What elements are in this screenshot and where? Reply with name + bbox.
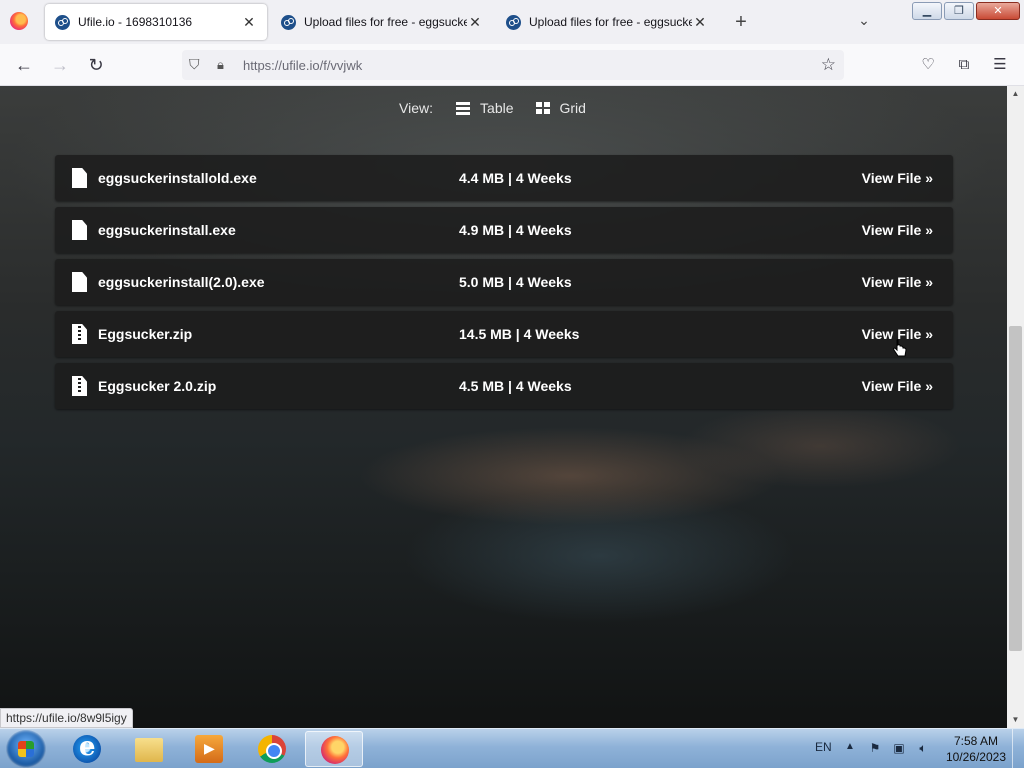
file-row[interactable]: eggsuckerinstall(2.0).exe 5.0 MB | 4 Wee… bbox=[55, 259, 953, 305]
view-option-grid[interactable]: Grid bbox=[535, 100, 586, 116]
extensions-icon[interactable]: ⧉ bbox=[953, 54, 975, 76]
file-icon bbox=[72, 220, 87, 240]
taskbar-media-player[interactable] bbox=[180, 731, 238, 767]
taskbar-file-explorer[interactable] bbox=[120, 731, 178, 767]
internet-explorer-icon bbox=[73, 732, 101, 763]
view-file-link[interactable]: View File » bbox=[862, 378, 933, 394]
ufile-favicon-icon bbox=[55, 14, 70, 30]
tab-title: Upload files for free - eggsucker bbox=[304, 15, 467, 29]
page-content: View: Table Grid eggsuckerinstallold.exe… bbox=[0, 86, 1007, 728]
taskbar-chrome[interactable] bbox=[243, 731, 301, 767]
bookmark-star-icon[interactable]: ☆ bbox=[821, 55, 836, 75]
view-file-link[interactable]: View File » bbox=[862, 274, 933, 290]
ufile-favicon-icon bbox=[281, 14, 296, 30]
file-name[interactable]: eggsuckerinstall(2.0).exe bbox=[98, 274, 265, 290]
restore-icon[interactable]: ❐ bbox=[944, 2, 974, 20]
forward-arrow-icon[interactable]: → bbox=[48, 53, 72, 77]
window-close-icon[interactable]: ✕ bbox=[976, 2, 1020, 20]
tab-close-icon[interactable]: ✕ bbox=[692, 14, 708, 31]
scroll-down-arrow-icon[interactable]: ▼ bbox=[1007, 712, 1024, 728]
firefox-icon bbox=[321, 736, 349, 764]
view-file-link[interactable]: View File » bbox=[862, 170, 933, 186]
file-name[interactable]: eggsuckerinstall.exe bbox=[98, 222, 236, 238]
file-icon bbox=[72, 168, 87, 188]
file-explorer-icon bbox=[135, 738, 163, 762]
file-meta: 5.0 MB | 4 Weeks bbox=[459, 274, 572, 290]
taskbar-firefox[interactable] bbox=[305, 731, 363, 767]
clock-date: 10/26/2023 bbox=[945, 750, 1006, 764]
tab-close-icon[interactable]: ✕ bbox=[241, 14, 257, 31]
file-list: eggsuckerinstallold.exe 4.4 MB | 4 Weeks… bbox=[55, 155, 953, 415]
navigation-toolbar: ← → ↻ ⛉ 🔒︎ https://ufile.io/f/vvjwk ☆ ♡ … bbox=[0, 44, 1024, 86]
zip-file-icon bbox=[72, 324, 87, 344]
file-meta: 4.9 MB | 4 Weeks bbox=[459, 222, 572, 238]
scrollbar-thumb[interactable] bbox=[1009, 326, 1022, 651]
url-text[interactable]: https://ufile.io/f/vvjwk bbox=[243, 58, 362, 73]
view-option-label: Table bbox=[480, 100, 514, 116]
language-indicator[interactable]: EN bbox=[815, 740, 832, 754]
view-option-label: Grid bbox=[559, 100, 586, 116]
list-all-tabs-chevron-icon[interactable]: ⌄ bbox=[852, 12, 876, 32]
network-icon[interactable]: ▣ bbox=[891, 741, 907, 755]
reload-icon[interactable]: ↻ bbox=[84, 53, 108, 77]
view-option-table[interactable]: Table bbox=[456, 100, 514, 116]
show-desktop-button[interactable] bbox=[1012, 729, 1024, 768]
show-hidden-icons-arrow-icon[interactable]: ▲ bbox=[845, 741, 855, 752]
file-row[interactable]: eggsuckerinstall.exe 4.9 MB | 4 Weeks Vi… bbox=[55, 207, 953, 253]
file-name[interactable]: eggsuckerinstallold.exe bbox=[98, 170, 257, 186]
new-tab-plus-icon[interactable]: + bbox=[729, 10, 753, 34]
view-label: View: bbox=[399, 100, 434, 116]
action-center-flag-icon[interactable]: ⚑ bbox=[867, 741, 883, 755]
scroll-up-arrow-icon[interactable]: ▲ bbox=[1007, 86, 1024, 102]
minimize-icon[interactable]: ▁ bbox=[912, 2, 942, 20]
tab-upload-1[interactable]: Upload files for free - eggsucker ✕ bbox=[271, 4, 493, 40]
address-bar[interactable]: ⛉ 🔒︎ https://ufile.io/f/vvjwk ☆ bbox=[182, 50, 844, 80]
file-meta: 4.4 MB | 4 Weeks bbox=[459, 170, 572, 186]
window-controls: ▁ ❐ ✕ bbox=[912, 2, 1020, 20]
lock-icon[interactable]: 🔒︎ bbox=[217, 57, 231, 73]
file-row[interactable]: eggsuckerinstallold.exe 4.4 MB | 4 Weeks… bbox=[55, 155, 953, 201]
view-switcher: View: Table Grid bbox=[0, 100, 1007, 116]
grid-icon bbox=[535, 102, 550, 114]
file-name[interactable]: Eggsucker 2.0.zip bbox=[98, 378, 216, 394]
media-player-icon bbox=[195, 735, 223, 763]
start-button-windows-icon[interactable] bbox=[6, 730, 46, 768]
tab-close-icon[interactable]: ✕ bbox=[467, 14, 483, 31]
system-clock[interactable]: 7:58 AM 10/26/2023 bbox=[946, 733, 1006, 765]
volume-muted-icon[interactable]: 🔈︎ bbox=[915, 741, 931, 755]
zip-file-icon bbox=[72, 376, 87, 396]
tab-title: Ufile.io - 1698310136 bbox=[78, 15, 193, 29]
hamburger-menu-icon[interactable]: ☰ bbox=[989, 54, 1011, 76]
ufile-favicon-icon bbox=[506, 14, 521, 30]
taskbar-internet-explorer[interactable] bbox=[58, 731, 116, 767]
file-name[interactable]: Eggsucker.zip bbox=[98, 326, 192, 342]
page-scrollbar[interactable]: ▲ ▼ bbox=[1007, 86, 1024, 728]
file-meta: 14.5 MB | 4 Weeks bbox=[459, 326, 580, 342]
windows-taskbar: EN ▲ ⚑ ▣ 🔈︎ 7:58 AM 10/26/2023 bbox=[0, 728, 1024, 768]
tab-bar: Ufile.io - 1698310136 ✕ Upload files for… bbox=[0, 0, 1024, 44]
view-file-link[interactable]: View File » bbox=[862, 326, 933, 342]
file-icon bbox=[72, 272, 87, 292]
tracking-protection-shield-icon[interactable]: ⛉ bbox=[189, 56, 205, 74]
back-arrow-icon[interactable]: ← bbox=[12, 53, 36, 77]
firefox-menu-icon[interactable] bbox=[10, 12, 28, 30]
tab-ufile[interactable]: Ufile.io - 1698310136 ✕ bbox=[45, 4, 267, 40]
tab-title: Upload files for free - eggsucker bbox=[529, 15, 692, 29]
file-row[interactable]: Eggsucker.zip 14.5 MB | 4 Weeks View Fil… bbox=[55, 311, 953, 357]
link-status-url: https://ufile.io/8w9l5igy bbox=[0, 708, 133, 728]
file-row[interactable]: Eggsucker 2.0.zip 4.5 MB | 4 Weeks View … bbox=[55, 363, 953, 409]
file-meta: 4.5 MB | 4 Weeks bbox=[459, 378, 572, 394]
table-icon bbox=[456, 102, 471, 115]
view-file-link[interactable]: View File » bbox=[862, 222, 933, 238]
chrome-icon bbox=[258, 735, 286, 763]
pocket-icon[interactable]: ♡ bbox=[917, 54, 939, 76]
tab-upload-2[interactable]: Upload files for free - eggsucker ✕ bbox=[496, 4, 718, 40]
clock-time: 7:58 AM bbox=[953, 734, 998, 748]
